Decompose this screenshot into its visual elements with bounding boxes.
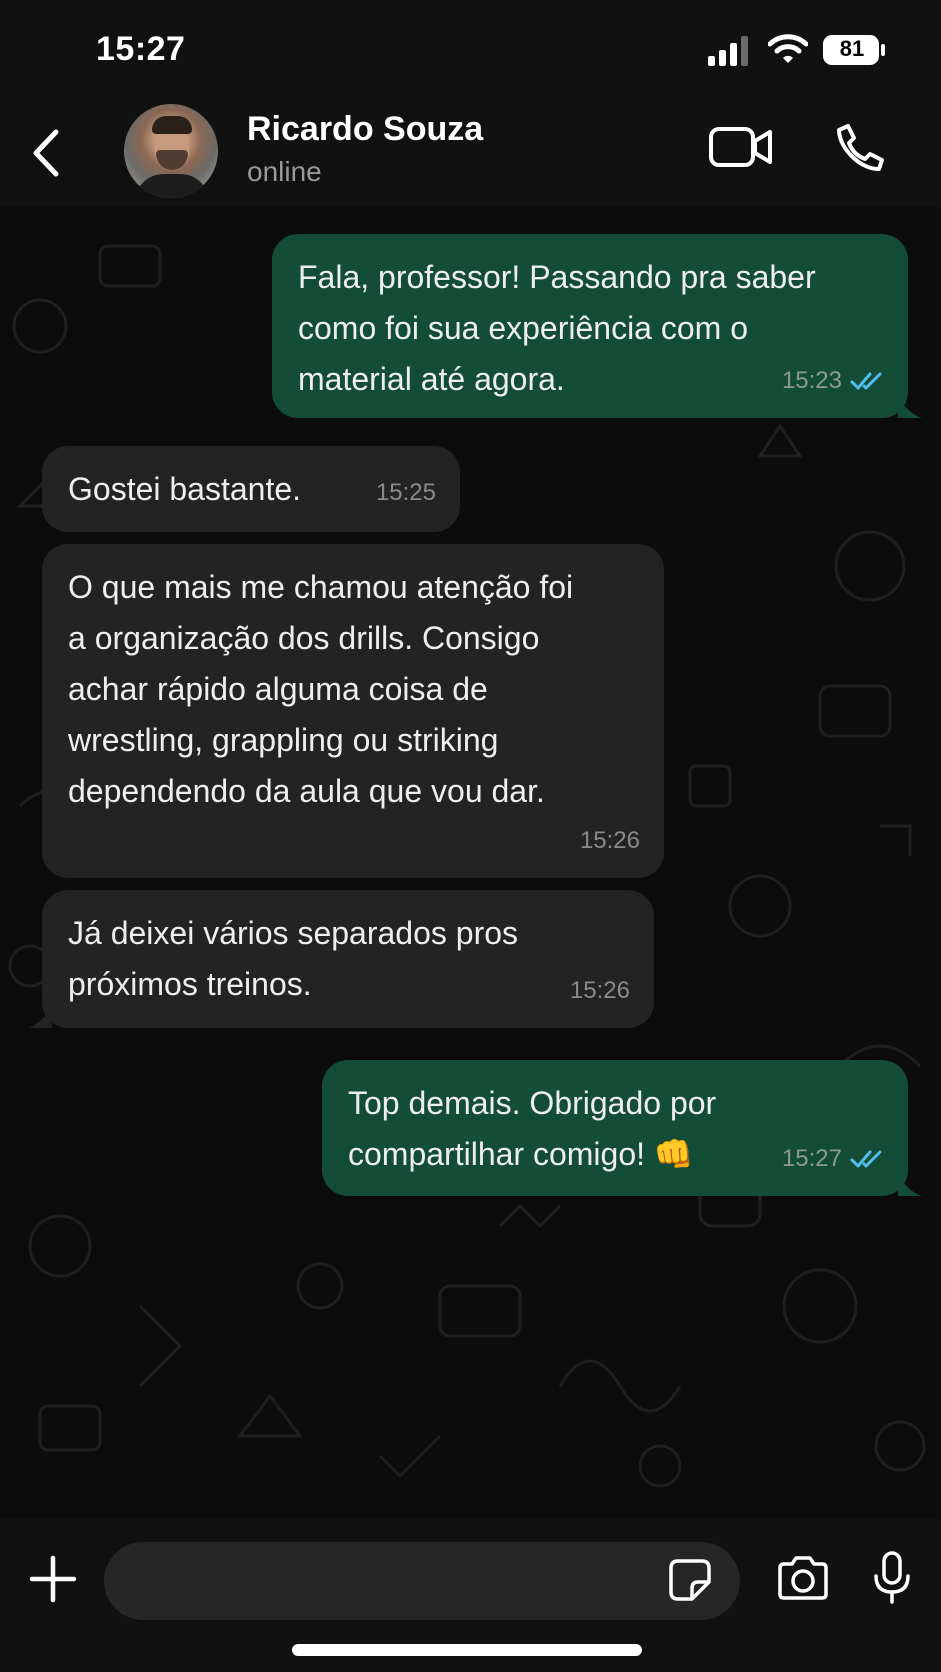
wifi-icon [768, 34, 808, 63]
message-bubble-incoming[interactable]: Gostei bastante. 15:25 [42, 446, 460, 532]
message-time: 15:26 [579, 827, 640, 854]
cellular-signal-icon [708, 36, 748, 66]
status-bar: 15:27 81 [0, 0, 941, 100]
sticker-icon[interactable] [668, 1558, 712, 1602]
plus-icon[interactable] [28, 1554, 78, 1604]
message-input[interactable] [104, 1542, 740, 1620]
message-meta: 15:25 [376, 467, 436, 518]
avatar[interactable] [124, 104, 218, 198]
chat-header: Ricardo Souza online [0, 100, 941, 206]
status-time: 15:27 [96, 30, 186, 68]
contact-status: online [247, 156, 322, 187]
message-bubble-outgoing[interactable]: Top demais. Obrigado por compartilhar co… [322, 1060, 922, 1196]
video-call-icon[interactable] [708, 124, 774, 170]
double-check-icon [850, 1150, 882, 1167]
phone-screen: 15:27 81 Ricardo Souza online Fala, prof… [0, 0, 941, 1672]
message-meta: 15:27 [782, 1133, 884, 1184]
message-time: 15:27 [781, 1145, 842, 1172]
message-time: 15:26 [569, 977, 630, 1004]
message-time: 15:23 [781, 367, 842, 394]
message-input-bar [0, 1518, 941, 1672]
camera-icon[interactable] [776, 1556, 830, 1600]
bubble-tail [898, 1174, 922, 1196]
microphone-icon[interactable] [872, 1550, 912, 1606]
message-meta: 15:26 [580, 815, 640, 866]
message-meta: 15:23 [782, 355, 884, 406]
message-text: O que mais me chamou atenção foi a organ… [68, 569, 574, 809]
message-meta: 15:26 [570, 965, 630, 1016]
chat-area[interactable]: Fala, professor! Passando pra saber como… [0, 206, 941, 1518]
contact-name[interactable]: Ricardo Souza [247, 110, 483, 149]
chevron-left-icon[interactable] [30, 128, 62, 178]
message-text: Já deixei vários separados pros próximos… [68, 915, 519, 1002]
phone-icon[interactable] [834, 122, 886, 174]
bubble-tail [898, 396, 922, 418]
bubble-tail [28, 1006, 52, 1028]
message-bubble-incoming[interactable]: Já deixei vários separados pros próximos… [28, 890, 654, 1028]
message-time: 15:25 [375, 479, 436, 506]
message-bubble-outgoing[interactable]: Fala, professor! Passando pra saber como… [272, 234, 922, 418]
battery-level: 81 [839, 36, 865, 61]
double-check-icon [850, 372, 882, 389]
home-indicator[interactable] [292, 1644, 642, 1656]
message-bubble-incoming[interactable]: O que mais me chamou atenção foi a organ… [42, 544, 664, 878]
